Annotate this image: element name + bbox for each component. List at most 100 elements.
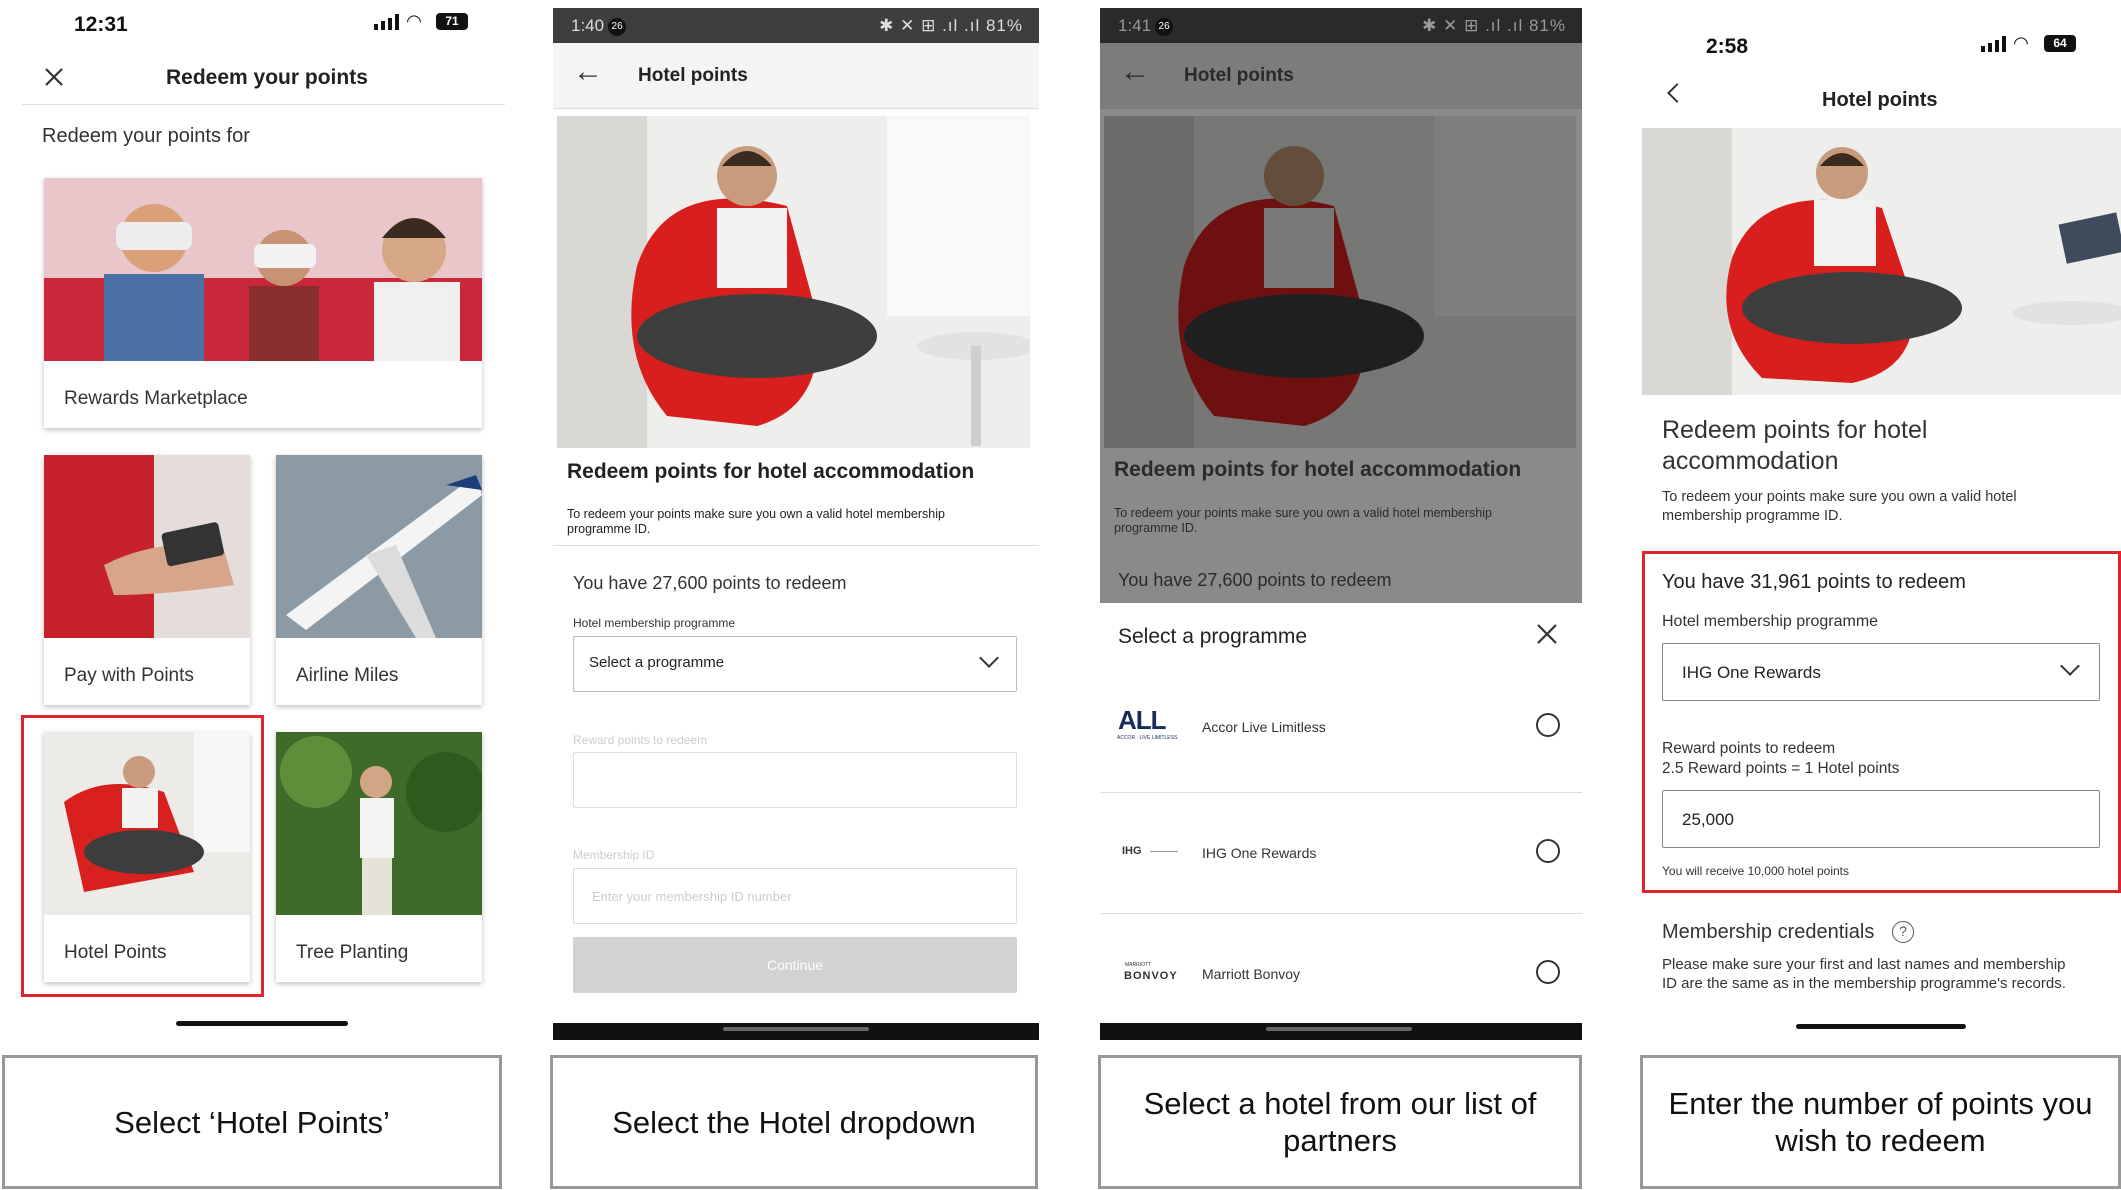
programme-dropdown[interactable]: Select a programme xyxy=(573,636,1017,692)
nav-bar xyxy=(1100,1023,1582,1040)
screen-hotel-points: 1:40 26 ✱ ✕ ⊞ .ıl .ıl 81% ← Hotel points … xyxy=(553,0,1039,1040)
page-title: Redeem your points xyxy=(166,66,368,89)
instruction-step-2: Select the Hotel dropdown xyxy=(550,1055,1038,1189)
status-bar: 12:31 ◠ 71 xyxy=(0,0,515,50)
continue-button[interactable]: Continue xyxy=(573,937,1017,993)
airline-miles-card[interactable]: Airline Miles xyxy=(276,455,482,705)
radio-button[interactable] xyxy=(1536,713,1560,737)
status-icons: ✱ ✕ ⊞ .ıl .ıl 81% xyxy=(879,16,1023,35)
credentials-info: Please make sure your first and last nam… xyxy=(1662,956,2066,992)
header: Hotel points xyxy=(1640,82,2121,122)
reward-points-input[interactable] xyxy=(573,752,1017,808)
info-text: To redeem your points make sure you own … xyxy=(1662,489,2017,524)
bonvoy-logo: BONVOY xyxy=(1124,970,1178,982)
chevron-down-icon xyxy=(979,648,999,668)
receive-text: You will receive 10,000 hotel points xyxy=(1662,864,1850,878)
back-arrow-icon[interactable]: ← xyxy=(573,55,603,89)
ihg-logo: IHG xyxy=(1122,845,1142,857)
points-balance: You have 27,600 points to redeem xyxy=(1118,570,1392,590)
section-heading: Redeem points for hotel accommodation xyxy=(567,460,975,483)
hotel-hero-image xyxy=(557,116,1030,448)
points-balance: You have 27,600 points to redeem xyxy=(573,573,847,593)
home-indicator xyxy=(1796,1024,1966,1029)
page-title: Hotel points xyxy=(638,65,748,86)
nav-handle xyxy=(1266,1027,1412,1031)
card-payment-image xyxy=(44,455,250,638)
info-text: To redeem your points make sure you own … xyxy=(1114,506,1492,535)
logo-subtext: ACCOR · LIVE LIMITLESS xyxy=(1117,735,1178,741)
vr-family-image xyxy=(44,178,482,361)
tree-planting-card[interactable]: Tree Planting xyxy=(276,732,482,982)
programme-option[interactable]: MARRIOTT BONVOY Marriott Bonvoy xyxy=(1100,914,1582,1023)
status-time: 1:40 26 xyxy=(571,16,627,36)
header-divider xyxy=(22,104,505,105)
programme-label: Hotel membership programme xyxy=(573,616,736,630)
status-time: 12:31 xyxy=(74,13,128,36)
section-heading: Redeem points for hotel accommodation xyxy=(1114,458,1522,481)
rewards-marketplace-card[interactable]: Rewards Marketplace xyxy=(44,178,482,428)
programme-option[interactable]: ALL ACCOR · LIVE LIMITLESS Accor Live Li… xyxy=(1100,673,1582,793)
highlight-box xyxy=(21,715,264,997)
header: ← Hotel points xyxy=(553,43,1039,109)
programme-option[interactable]: IHG IHG One Rewards xyxy=(1100,793,1582,914)
header: Redeem your points xyxy=(0,58,515,98)
dropdown-value: Select a programme xyxy=(589,654,725,671)
points-balance: You have 31,961 points to redeem xyxy=(1662,571,1966,593)
reward-points-input[interactable]: 25,000 xyxy=(1662,790,2100,848)
wifi-icon: ◠ xyxy=(407,11,421,31)
close-icon[interactable] xyxy=(44,67,64,87)
hotel-hero-image xyxy=(1642,128,2121,395)
signal-icon xyxy=(1981,36,2006,52)
back-arrow-icon: ← xyxy=(1120,55,1150,88)
instruction-step-4: Enter the number of points you wish to r… xyxy=(1640,1055,2121,1189)
divider xyxy=(553,545,1039,546)
tree-planting-image xyxy=(276,732,482,915)
wifi-icon: ◠ xyxy=(2014,33,2028,53)
programme-label: Hotel membership programme xyxy=(1662,613,1879,630)
section-heading: Redeem points for hotel accommodation xyxy=(1662,416,1928,475)
radio-button[interactable] xyxy=(1536,960,1560,984)
membership-label: Membership ID xyxy=(573,848,655,862)
option-label: Accor Live Limitless xyxy=(1202,719,1326,735)
nav-bar xyxy=(553,1023,1039,1040)
card-label: Rewards Marketplace xyxy=(64,388,248,409)
radio-button[interactable] xyxy=(1536,839,1560,863)
logo-subtext: MARRIOTT xyxy=(1125,962,1152,968)
back-chevron-icon[interactable] xyxy=(1667,83,1687,103)
page-title: Hotel points xyxy=(1822,89,1938,111)
programme-bottom-sheet: Select a programme ALL ACCOR · LIVE LIMI… xyxy=(1100,603,1582,1023)
battery-icon: 64 xyxy=(2044,35,2076,52)
status-icons: ✱ ✕ ⊞ .ıl .ıl 81% xyxy=(1422,16,1566,35)
input-value: 25,000 xyxy=(1682,810,1734,829)
nav-handle xyxy=(723,1027,869,1031)
membership-id-input[interactable]: Enter your membership ID number xyxy=(573,868,1017,924)
status-bar: 2:58 ◠ 64 xyxy=(1640,22,2121,72)
instruction-step-3: Select a hotel from our list of partners xyxy=(1098,1055,1582,1189)
pay-with-points-card[interactable]: Pay with Points xyxy=(44,455,250,705)
chevron-down-icon xyxy=(2060,656,2080,676)
battery-icon: 71 xyxy=(436,13,468,30)
section-subtitle: Redeem your points for xyxy=(42,125,250,147)
status-bar: 1:40 26 ✱ ✕ ⊞ .ıl .ıl 81% xyxy=(553,8,1039,43)
rate-text: 2.5 Reward points = 1 Hotel points xyxy=(1662,760,1900,777)
status-time: 2:58 xyxy=(1706,35,1749,58)
programme-dropdown[interactable]: IHG One Rewards xyxy=(1662,643,2100,701)
info-text: To redeem your points make sure you own … xyxy=(567,507,945,536)
close-icon[interactable] xyxy=(1536,623,1558,645)
hotel-hero-image xyxy=(1104,116,1576,448)
option-label: IHG One Rewards xyxy=(1202,845,1317,861)
header: ← Hotel points xyxy=(1100,43,1582,109)
help-icon[interactable]: ? xyxy=(1892,921,1914,943)
reward-label: Reward points to redeem xyxy=(1662,740,1836,757)
home-indicator xyxy=(176,1021,348,1026)
page-title: Hotel points xyxy=(1184,65,1294,86)
status-bar: 1:41 26 ✱ ✕ ⊞ .ıl .ıl 81% xyxy=(1100,8,1582,43)
instruction-step-1: Select ‘Hotel Points’ xyxy=(2,1055,502,1189)
dropdown-value: IHG One Rewards xyxy=(1682,663,1821,682)
sheet-title: Select a programme xyxy=(1118,625,1308,648)
signal-icon xyxy=(374,14,399,30)
screen-select-programme: 1:41 26 ✱ ✕ ⊞ .ıl .ıl 81% ← Hotel points … xyxy=(1100,0,1582,1040)
logo-decor xyxy=(1150,851,1178,852)
card-label: Pay with Points xyxy=(64,665,194,686)
dimmed-background: ← Hotel points Redeem points for hotel a… xyxy=(1100,43,1582,603)
